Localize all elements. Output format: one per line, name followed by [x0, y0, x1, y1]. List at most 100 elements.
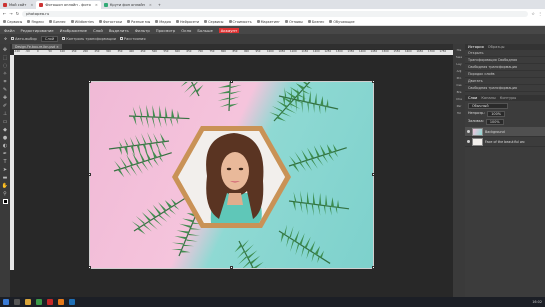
search-icon[interactable]	[14, 299, 20, 305]
panel-shortcut[interactable]: Adj	[457, 69, 462, 73]
history-item[interactable]: Двигать	[465, 78, 545, 85]
lasso-tool-icon[interactable]: ◌	[2, 62, 9, 69]
autoselect-checkbox[interactable]: Авто-выбор	[11, 37, 37, 41]
menu-item[interactable]: Изображение	[60, 28, 87, 33]
tab-history[interactable]: История	[468, 45, 484, 49]
browser-tab-active[interactable]: Фотошоп онлайн - фото ×	[36, 1, 101, 9]
history-item[interactable]: Свободная трансформация	[465, 85, 545, 92]
layer-row[interactable]: Background	[465, 127, 545, 137]
bookmark-item[interactable]: Сервисы	[3, 20, 22, 24]
transform-handle[interactable]	[89, 266, 91, 269]
wand-tool-icon[interactable]: ✧	[2, 70, 9, 77]
move-tool-icon[interactable]: ✥	[2, 46, 9, 53]
panel-shortcut[interactable]: Tol	[457, 111, 461, 115]
transform-handle[interactable]	[372, 266, 374, 269]
browser-tab[interactable]: Мой сайт ×	[0, 1, 36, 9]
explorer-icon[interactable]	[25, 299, 31, 305]
new-tab-button[interactable]: +	[155, 1, 164, 9]
visibility-eye-icon[interactable]	[467, 130, 470, 133]
transform-checkbox[interactable]: Контроль трансформации	[62, 37, 116, 41]
layer-select[interactable]: Слой	[40, 36, 59, 42]
document-canvas[interactable]	[89, 81, 374, 269]
close-icon[interactable]: ×	[149, 3, 152, 7]
zoom-tool-icon[interactable]: ⚲	[2, 190, 9, 197]
history-item[interactable]: Порядок слоёв	[465, 71, 545, 78]
transform-handle[interactable]	[89, 173, 91, 176]
panel-shortcut[interactable]: Swa	[456, 55, 462, 59]
stamp-tool-icon[interactable]: ⊥	[2, 110, 9, 117]
transform-handle[interactable]	[230, 81, 233, 83]
panel-shortcut[interactable]: His	[457, 48, 462, 52]
hand-tool-icon[interactable]: ✋	[2, 182, 9, 189]
bookmark-item[interactable]: Фотостоки	[98, 20, 122, 24]
browser-tab[interactable]: Крути фон онлайн ×	[101, 1, 155, 9]
panel-shortcut[interactable]: Cha	[456, 97, 462, 101]
menu-item[interactable]: Просмотр	[156, 28, 176, 33]
forward-icon[interactable]: →	[9, 11, 12, 16]
fill-input[interactable]: 100%	[485, 119, 504, 125]
blend-mode-select[interactable]: Обычный	[468, 103, 508, 109]
panel-shortcut[interactable]: Pro	[457, 76, 462, 80]
bookmark-item[interactable]: Маркетинг	[256, 20, 280, 24]
menu-item[interactable]: Файл	[4, 28, 15, 33]
distances-checkbox[interactable]: Расстояния	[119, 37, 146, 41]
heal-tool-icon[interactable]: ✚	[2, 94, 9, 101]
reload-icon[interactable]: ↻	[16, 11, 19, 16]
photoshop-icon[interactable]	[69, 299, 75, 305]
menu-item[interactable]: Аккаунт	[218, 27, 240, 33]
blur-tool-icon[interactable]: ●	[2, 134, 9, 141]
tab-channels[interactable]: Каналы	[481, 96, 495, 100]
menu-item[interactable]: Редактирование	[21, 28, 54, 33]
bookmark-item[interactable]: Стоимость	[228, 20, 252, 24]
panel-shortcut[interactable]: Brs	[457, 90, 462, 94]
menu-item[interactable]: Фильтр	[135, 28, 150, 33]
close-icon[interactable]: ×	[30, 3, 33, 7]
bookmark-item[interactable]: Wildberries	[70, 20, 94, 24]
menu-item[interactable]: Окно	[181, 28, 191, 33]
document-tab[interactable]: Design-Fe-bou-re-lbn.psd ×	[12, 44, 62, 49]
bucket-tool-icon[interactable]: ◆	[2, 126, 9, 133]
bookmark-item[interactable]: Медиа	[155, 20, 171, 24]
opera-icon[interactable]	[47, 299, 53, 305]
address-input[interactable]: photopea.ru	[22, 10, 529, 17]
panel-shortcut[interactable]: Lay	[456, 62, 461, 66]
color-swatch[interactable]	[2, 198, 9, 205]
brush-tool-icon[interactable]: ✐	[2, 102, 9, 109]
transform-bounding-box[interactable]	[89, 81, 374, 269]
visibility-eye-icon[interactable]	[467, 140, 470, 143]
history-item[interactable]: Открыть	[465, 50, 545, 57]
back-icon[interactable]: ←	[3, 11, 6, 16]
eyedropper-tool-icon[interactable]: ✎	[2, 86, 9, 93]
marquee-tool-icon[interactable]: ⬚	[2, 54, 9, 61]
menu-item[interactable]: Слой	[93, 28, 103, 33]
eraser-tool-icon[interactable]: ▭	[2, 118, 9, 125]
history-item[interactable]: Трансформация Свободная	[465, 57, 545, 64]
close-icon[interactable]: ×	[95, 3, 98, 7]
transform-handle[interactable]	[230, 266, 233, 269]
start-icon[interactable]	[3, 299, 9, 305]
tab-layers[interactable]: Слои	[468, 96, 477, 100]
tab-swatches[interactable]: Образцы	[488, 45, 505, 49]
chrome-icon[interactable]	[36, 299, 42, 305]
panel-shortcut[interactable]: Css	[456, 83, 461, 87]
bookmark-item[interactable]: Обучающие	[329, 20, 355, 24]
star-icon[interactable]: ☆	[531, 11, 535, 16]
opacity-input[interactable]: 100%	[487, 111, 505, 117]
firefox-icon[interactable]	[58, 299, 64, 305]
bookmark-item[interactable]: Отзывы	[285, 20, 303, 24]
pen-tool-icon[interactable]: ✒	[2, 150, 9, 157]
bookmark-item[interactable]: Яндекс	[27, 20, 44, 24]
tab-paths[interactable]: Контуры	[500, 96, 516, 100]
layer-row[interactable]: Face of the beautiful wo	[465, 137, 545, 147]
transform-handle[interactable]	[89, 81, 91, 83]
select-path-tool-icon[interactable]: ➤	[2, 166, 9, 173]
transform-handle[interactable]	[372, 81, 374, 83]
transform-handle[interactable]	[372, 173, 374, 176]
bookmark-item[interactable]: Сервисы	[204, 20, 224, 24]
bookmark-item[interactable]: Нейросети	[175, 20, 199, 24]
crop-tool-icon[interactable]: ⌗	[2, 78, 9, 85]
bookmark-item[interactable]: Бизнес	[307, 20, 324, 24]
dodge-tool-icon[interactable]: ◐	[2, 142, 9, 149]
menu-item[interactable]: Выделить	[109, 28, 129, 33]
shape-tool-icon[interactable]: ▬	[2, 174, 9, 181]
